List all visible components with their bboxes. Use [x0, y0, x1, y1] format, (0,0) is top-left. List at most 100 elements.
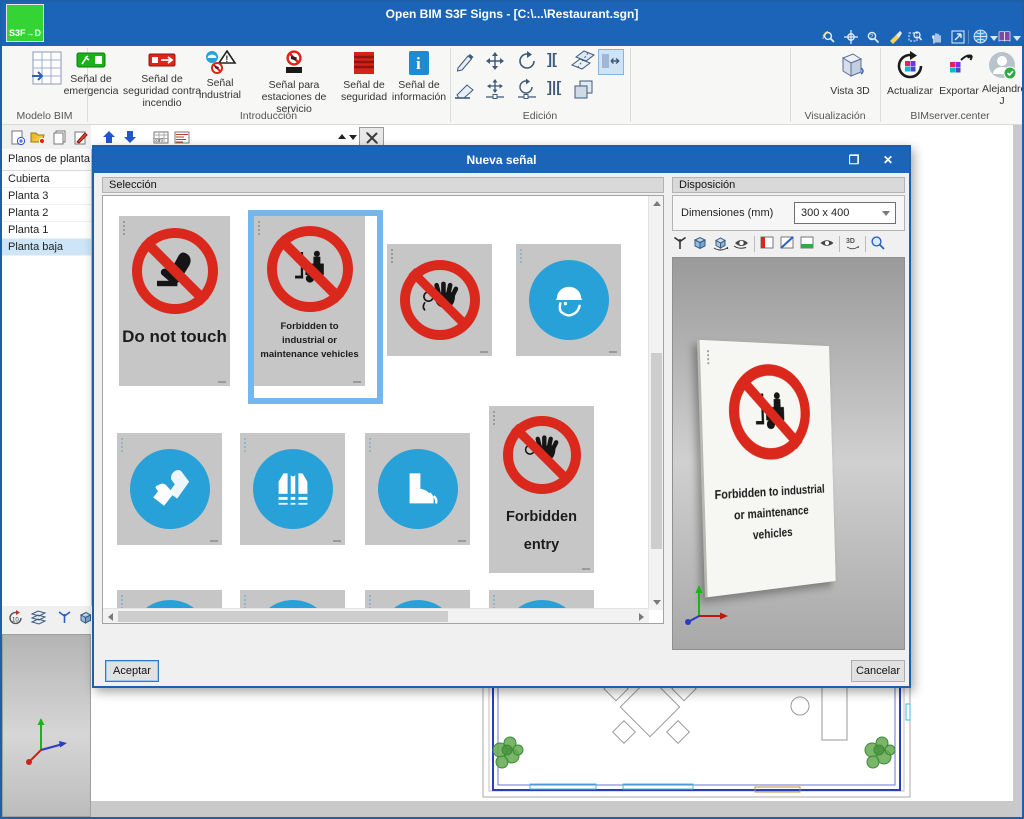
- user-button[interactable]: Alejandro J: [982, 48, 1022, 107]
- sign-tile-helmet[interactable]: [516, 244, 621, 356]
- view-toolbar: 2: [0, 28, 1024, 46]
- cube-tool-icon[interactable]: [692, 235, 708, 254]
- front-face-icon[interactable]: [759, 235, 775, 253]
- dialog-maximize-icon[interactable]: ❐: [839, 147, 869, 173]
- svg-text:!: !: [225, 54, 228, 64]
- axis-triad: [23, 710, 73, 770]
- zoom-extents-icon[interactable]: [844, 30, 858, 44]
- scroll-left-icon[interactable]: [103, 609, 118, 624]
- edit-move-node-icon[interactable]: [484, 78, 506, 103]
- sign-tile-boots[interactable]: [365, 433, 470, 545]
- horizontal-scroll-thumb[interactable]: [118, 611, 448, 622]
- canvas-margin-right: [1013, 124, 1022, 817]
- move-down-icon[interactable]: [121, 128, 139, 146]
- actualizar-button[interactable]: Actualizar: [884, 48, 936, 97]
- vertical-scroll-thumb[interactable]: [651, 353, 662, 549]
- orbit-eye-icon[interactable]: [733, 236, 750, 253]
- axes-tool-icon[interactable]: [672, 235, 688, 254]
- plan-item-cubierta[interactable]: Cubierta: [2, 171, 91, 188]
- mini-3d-viewport[interactable]: [2, 634, 91, 817]
- cancel-button[interactable]: Cancelar: [851, 660, 905, 682]
- edit-copy-plane-icon[interactable]: [570, 49, 596, 76]
- edit-mirror-icon[interactable]: ][: [547, 52, 557, 67]
- collapse-up-icon[interactable]: [338, 134, 346, 139]
- sign-tile-forklift[interactable]: Forbidden to industrial or maintenance v…: [254, 216, 365, 386]
- senal-informacion-button[interactable]: i Señal de información: [390, 48, 448, 103]
- axes-icon[interactable]: [57, 610, 72, 628]
- help-book-icon[interactable]: [997, 29, 1012, 44]
- accept-button[interactable]: Aceptar: [105, 660, 159, 682]
- visibility-eye-icon[interactable]: [819, 237, 835, 252]
- scroll-up-icon[interactable]: [649, 196, 664, 211]
- edit-mirror-copy-icon[interactable]: ]|[: [547, 80, 561, 95]
- cube-view-icon[interactable]: [78, 610, 93, 628]
- sign-tile-vest[interactable]: [240, 433, 345, 545]
- viewport-toolbar: 10: [2, 606, 91, 632]
- orbit-cube-icon[interactable]: [712, 235, 729, 254]
- sign-tile-do-not-touch[interactable]: Do not touch: [119, 216, 230, 386]
- zoom-previous-icon[interactable]: 2: [866, 30, 880, 44]
- globe-icon[interactable]: [973, 29, 988, 44]
- toolbar-separator: [968, 30, 969, 44]
- sign-selection-area[interactable]: Do not touch Forbidden to industrial or …: [102, 195, 664, 624]
- dimensions-select[interactable]: 300 x 400: [794, 202, 896, 224]
- disposition-group-header: Disposición: [672, 177, 905, 193]
- sign-tile-forbidden-entry[interactable]: Forbidden entry: [489, 406, 594, 573]
- sign-tile-no-entry-square[interactable]: [387, 244, 492, 356]
- add-plan-icon[interactable]: [8, 128, 26, 146]
- vista-3d-button[interactable]: Vista 3D: [820, 48, 880, 97]
- preview-axis-triad: [683, 576, 739, 632]
- diagonal-face-icon[interactable]: [779, 235, 795, 253]
- edit-rotate-node-icon[interactable]: [516, 78, 538, 103]
- copy-plan-icon[interactable]: [50, 128, 68, 146]
- move-up-icon[interactable]: [100, 128, 118, 146]
- edit-rotate-icon[interactable]: [516, 50, 538, 75]
- group-label-modelo: Modelo BIM: [2, 110, 87, 123]
- dialog-close-icon[interactable]: ✕: [873, 147, 903, 173]
- exportar-button[interactable]: Exportar: [936, 48, 982, 97]
- senal-incendio-button[interactable]: Señal de seguridad contra incendio: [120, 48, 204, 109]
- group-label-edicion: Edición: [450, 110, 630, 123]
- app-logo: S3F→D: [6, 4, 44, 42]
- senal-seguridad-button[interactable]: Señal de seguridad: [338, 48, 390, 103]
- plan-item-planta2[interactable]: Planta 2: [2, 205, 91, 222]
- collapse-down-icon[interactable]: [349, 135, 357, 140]
- sign-tile-gloves[interactable]: [117, 433, 222, 545]
- senal-estaciones-button[interactable]: Señal para estaciones de servicio: [246, 48, 342, 115]
- title-bar: Open BIM S3F Signs - [C:\...\Restaurant.…: [0, 0, 1024, 28]
- toolbar-separator: [839, 236, 840, 252]
- rotate-3d-icon[interactable]: 3D: [844, 235, 861, 254]
- scroll-down-icon[interactable]: [649, 595, 664, 610]
- rotate-10-icon[interactable]: 10: [8, 610, 24, 629]
- plan-item-planta-baja[interactable]: Planta baja: [2, 239, 91, 256]
- plan-item-planta1[interactable]: Planta 1: [2, 222, 91, 239]
- help-dropdown-icon[interactable]: [1013, 36, 1021, 41]
- horizontal-scrollbar[interactable]: [103, 608, 649, 623]
- sign-3d-preview[interactable]: Forbidden to industrial or maintenance v…: [672, 257, 905, 650]
- senal-industrial-button[interactable]: ! Señal industrial: [198, 48, 242, 101]
- zoom-tool-icon[interactable]: [870, 235, 886, 254]
- vertical-scrollbar[interactable]: [648, 196, 663, 610]
- bottom-face-icon[interactable]: [799, 235, 815, 253]
- edit-move-icon[interactable]: [484, 50, 506, 75]
- export-list-icon[interactable]: [173, 128, 191, 146]
- open-plan-icon[interactable]: [29, 128, 47, 146]
- edit-erase-icon[interactable]: [454, 78, 478, 103]
- redraw-icon[interactable]: [888, 30, 902, 44]
- scroll-right-icon[interactable]: [634, 609, 649, 624]
- edit-stretch-icon[interactable]: [598, 49, 624, 75]
- pan-hand-icon[interactable]: [930, 30, 944, 44]
- layers-table-icon[interactable]: xml: [152, 128, 170, 146]
- edit-copy-icon[interactable]: [572, 78, 596, 103]
- helmet-pictogram: [545, 276, 593, 324]
- edit-plan-icon[interactable]: [71, 128, 89, 146]
- plan-item-planta3[interactable]: Planta 3: [2, 188, 91, 205]
- svg-text:xml: xml: [155, 138, 163, 144]
- svg-text:3D: 3D: [846, 238, 855, 245]
- edit-draw-icon[interactable]: [454, 50, 476, 75]
- zoom-window-icon[interactable]: [908, 30, 922, 44]
- plan-layers-icon[interactable]: [30, 610, 47, 628]
- full-window-icon[interactable]: [951, 30, 965, 44]
- senal-emergencia-button[interactable]: Señal de emergencia: [62, 48, 120, 97]
- zoom-orbit-icon[interactable]: [822, 30, 836, 44]
